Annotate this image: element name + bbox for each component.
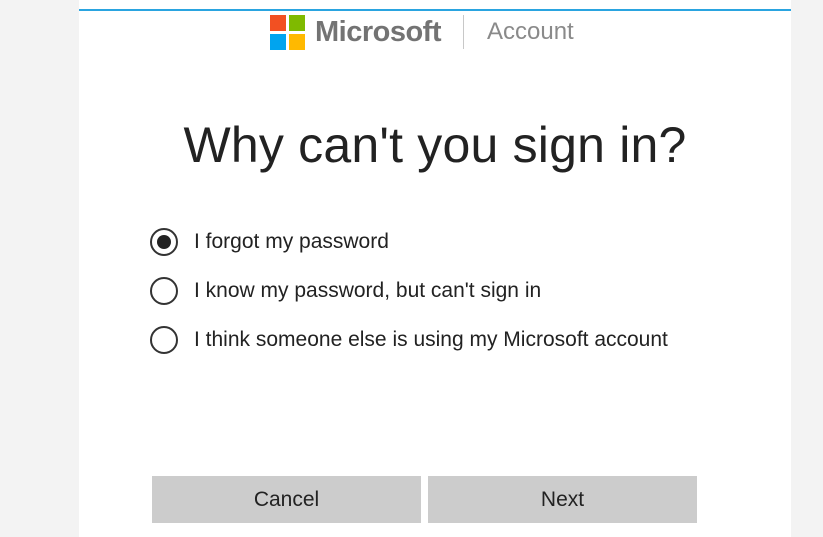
page: Microsoft Account Why can't you sign in?… — [0, 0, 823, 537]
option-label: I think someone else is using my Microso… — [194, 328, 668, 351]
page-title: Why can't you sign in? — [183, 117, 687, 173]
radio-forgot-password[interactable] — [150, 228, 178, 256]
radio-know-password[interactable] — [150, 277, 178, 305]
logo-square-blue — [270, 33, 286, 50]
accent-rule — [79, 9, 791, 11]
option-someone-else[interactable]: I think someone else is using my Microso… — [150, 324, 670, 355]
logo-square-green — [289, 14, 305, 31]
option-label: I know my password, but can't sign in — [194, 279, 542, 302]
microsoft-logo-icon — [270, 14, 305, 50]
brand-name: Microsoft — [315, 15, 442, 48]
next-button[interactable]: Next — [428, 476, 697, 523]
radio-someone-else[interactable] — [150, 326, 178, 354]
brand-divider — [463, 15, 464, 49]
option-label: I forgot my password — [194, 230, 389, 253]
option-forgot-password[interactable]: I forgot my password — [150, 226, 670, 257]
brand-section: Account — [487, 18, 574, 45]
sign-in-problem-options: I forgot my password I know my password,… — [150, 226, 670, 373]
brand-header: Microsoft Account — [270, 13, 574, 51]
option-know-password[interactable]: I know my password, but can't sign in — [150, 275, 670, 306]
logo-square-yellow — [289, 33, 305, 50]
logo-square-red — [270, 14, 286, 31]
cancel-button[interactable]: Cancel — [152, 476, 421, 523]
